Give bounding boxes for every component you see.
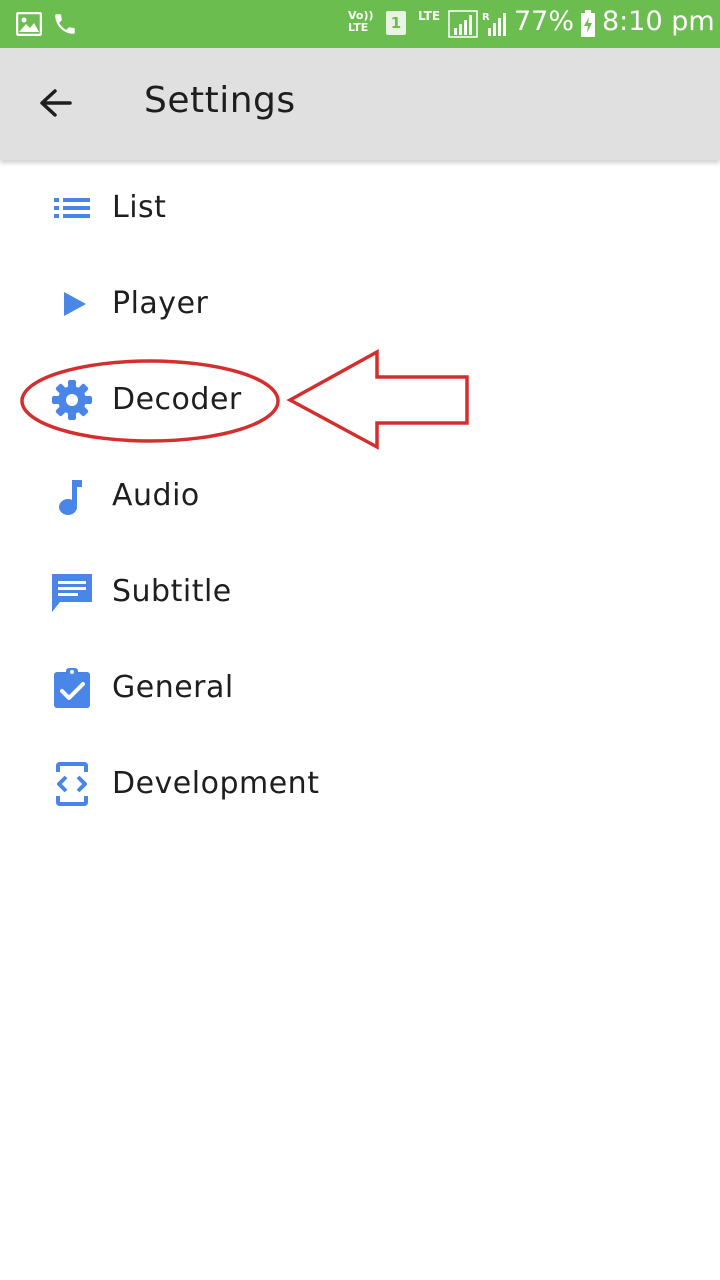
signal-icon: R [482, 12, 506, 36]
app-bar: Settings [0, 48, 720, 160]
signal-icon [448, 10, 478, 38]
settings-item-label: Subtitle [112, 574, 232, 609]
clipboard-check-icon [54, 668, 90, 708]
settings-item-development[interactable]: Development [0, 736, 720, 832]
sim-indicator: 1 [386, 11, 406, 35]
battery-charging-icon [581, 10, 595, 37]
settings-item-label: List [112, 190, 167, 225]
lte-indicator: LTE [418, 9, 441, 23]
play-icon [64, 292, 86, 316]
volte-indicator: Vo)) LTE [348, 9, 374, 34]
settings-item-list[interactable]: List [0, 160, 720, 256]
page-title: Settings [144, 80, 296, 121]
status-bar: Vo)) LTE 1 LTE R 77% 8:10 pm [0, 0, 720, 48]
settings-item-audio[interactable]: Audio [0, 448, 720, 544]
subtitle-icon [52, 574, 92, 612]
settings-item-label: Audio [112, 478, 200, 513]
gear-icon [52, 380, 92, 420]
settings-item-general[interactable]: General [0, 640, 720, 736]
phone-icon [55, 14, 75, 34]
settings-item-label: Development [112, 766, 320, 801]
music-note-icon [59, 480, 82, 515]
settings-item-player[interactable]: Player [0, 256, 720, 352]
settings-item-subtitle[interactable]: Subtitle [0, 544, 720, 640]
clock: 8:10 pm [602, 6, 715, 37]
svg-text:R: R [482, 12, 490, 23]
gallery-icon [16, 12, 42, 36]
battery-percent: 77% [514, 6, 575, 37]
back-button[interactable] [28, 76, 84, 132]
back-arrow-icon [40, 89, 72, 117]
settings-item-label: Decoder [112, 382, 242, 417]
settings-item-decoder[interactable]: Decoder [0, 352, 720, 448]
settings-item-label: General [112, 670, 234, 705]
settings-item-label: Player [112, 286, 209, 321]
developer-mode-icon [56, 762, 88, 806]
list-icon [54, 198, 90, 218]
